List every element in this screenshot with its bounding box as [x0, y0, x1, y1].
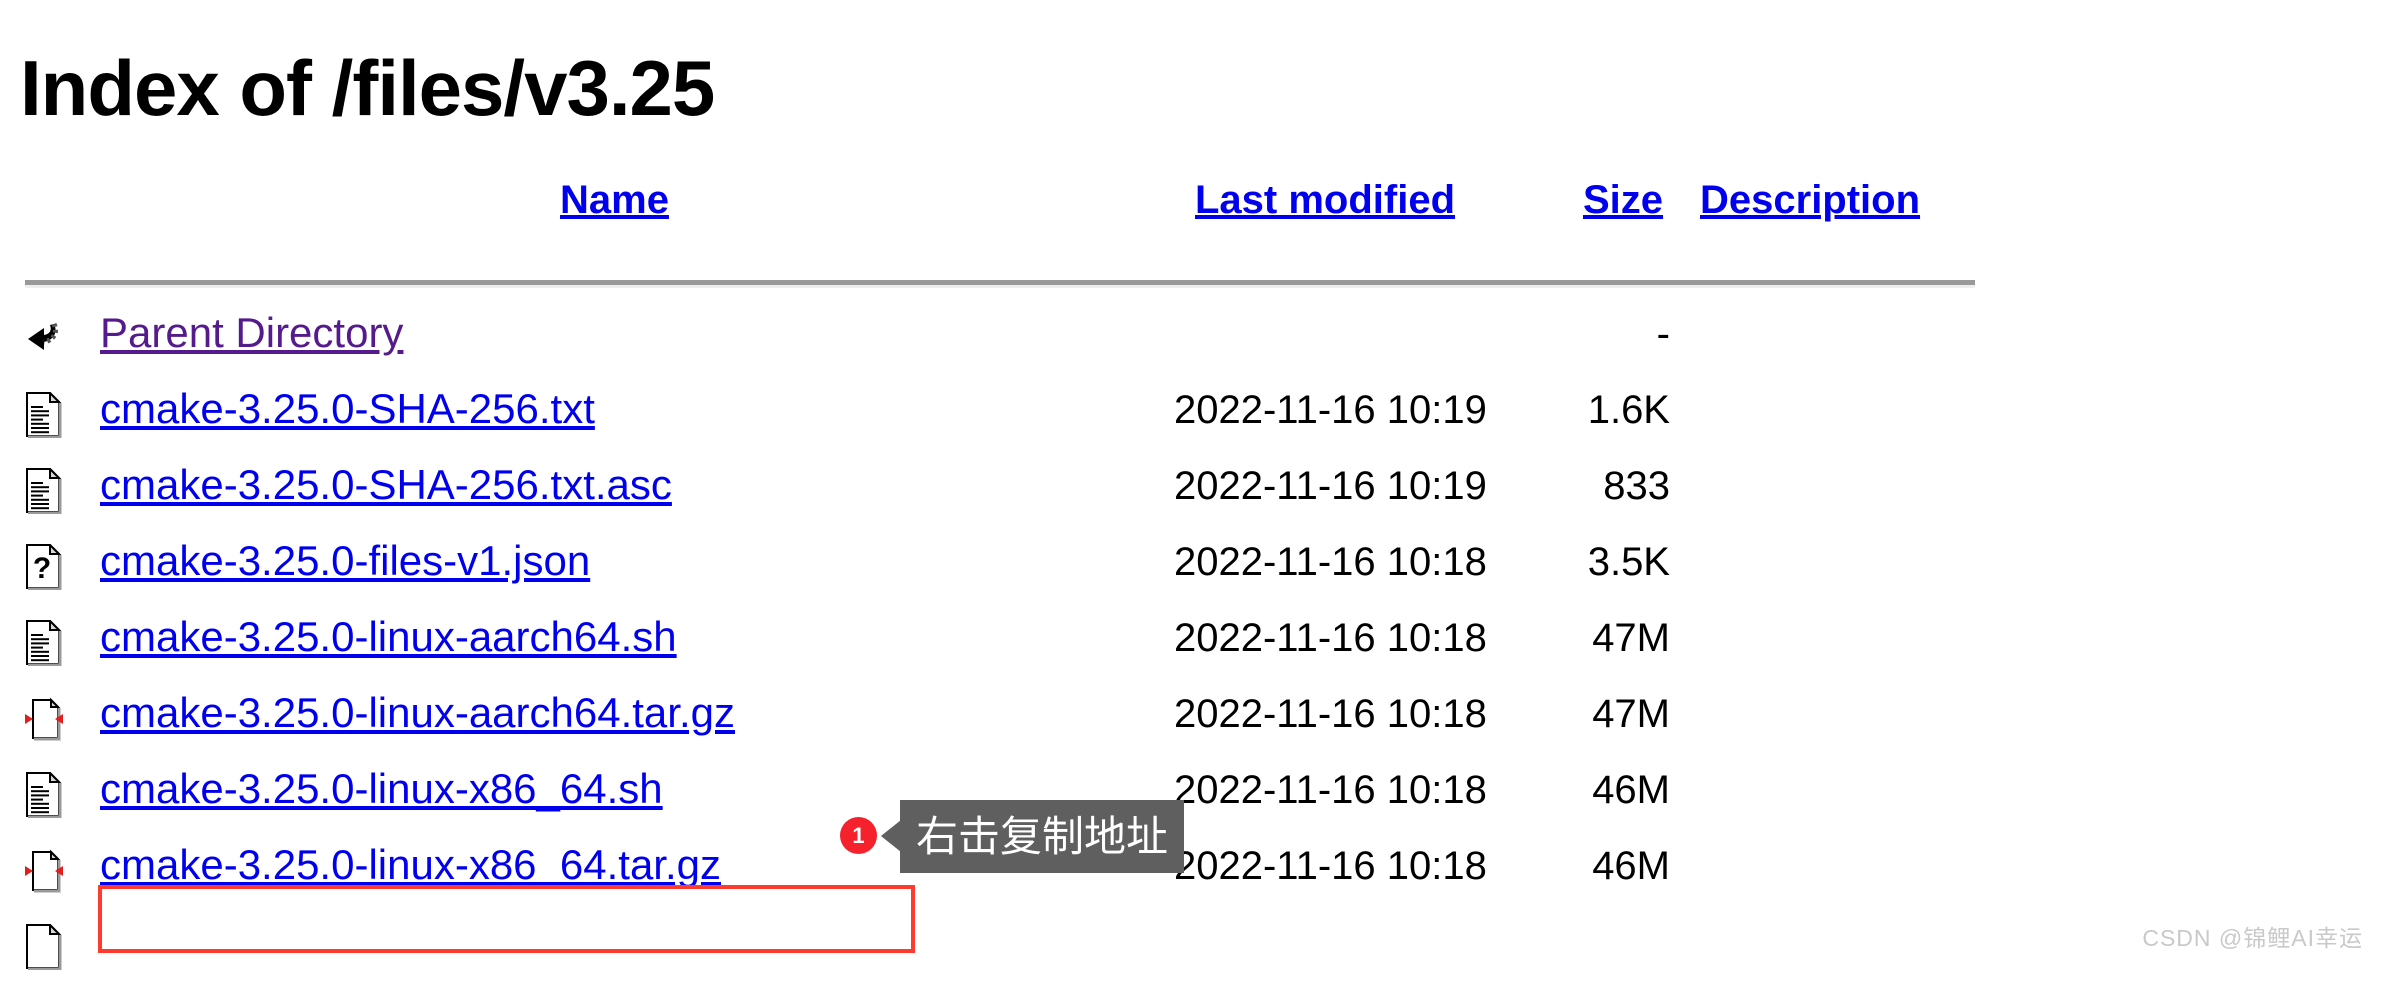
- file-size: 47M: [1592, 616, 1670, 660]
- back-arrow-icon: [24, 316, 64, 362]
- column-header-size[interactable]: Size: [1583, 180, 1663, 220]
- file-size: 833: [1603, 464, 1670, 508]
- file-row: cmake-3.25.0-linux-aarch64.sh 2022-11-16 …: [0, 612, 2381, 690]
- directory-listing: Name Last modified Size Description Pare…: [0, 180, 2381, 970]
- file-row: cmake-3.25.0-linux-aarch64.tar.gz 2022-11…: [0, 688, 2381, 766]
- file-last-modified: 2022-11-16 10:18: [1174, 616, 1487, 660]
- unknown-document-icon: ?: [24, 544, 64, 590]
- text-document-icon: [24, 772, 64, 818]
- step-badge: 1: [840, 817, 877, 854]
- file-row: ? cmake-3.25.0-files-v1.json 2022-11-16 10…: [0, 536, 2381, 614]
- tooltip-callout: 右击复制地址: [900, 800, 1185, 873]
- column-header-description[interactable]: Description: [1700, 180, 1920, 220]
- text-document-icon: [24, 620, 64, 666]
- file-link[interactable]: cmake-3.25.0-linux-x86_64.sh: [100, 764, 663, 814]
- page-title: Index of /files/v3.25: [20, 44, 715, 133]
- column-header-name[interactable]: Name: [560, 180, 669, 220]
- file-last-modified: 2022-11-16 10:19: [1174, 388, 1487, 432]
- header-divider: [25, 280, 1975, 288]
- file-link[interactable]: cmake-3.25.0-SHA-256.txt.asc: [100, 460, 672, 510]
- file-row: cmake-3.25.0-linux-x86_64.sh 2022-11-16 1…: [0, 764, 2381, 842]
- column-header-row: Name Last modified Size Description: [0, 180, 2381, 242]
- file-last-modified: 2022-11-16 10:18: [1174, 540, 1487, 584]
- compressed-archive-icon: [24, 696, 64, 742]
- column-header-last-modified[interactable]: Last modified: [1195, 180, 1455, 220]
- watermark: CSDN @锦鲤AI幸运: [2142, 925, 2363, 951]
- file-link[interactable]: Parent Directory: [100, 308, 403, 358]
- file-row: Parent Directory -: [0, 308, 2381, 386]
- file-link[interactable]: cmake-3.25.0-linux-aarch64.sh: [100, 612, 677, 662]
- file-link[interactable]: cmake-3.25.0-SHA-256.txt: [100, 384, 595, 434]
- file-size: 46M: [1592, 844, 1670, 888]
- file-size: 47M: [1592, 692, 1670, 736]
- file-rows: Parent Directory - cmake-3.25.0-SHA-256.tx…: [0, 308, 2381, 994]
- file-size: 1.6K: [1587, 388, 1670, 432]
- compressed-archive-icon: [24, 848, 64, 894]
- file-row: cmake-3.25.0-SHA-256.txt 2022-11-16 10:19…: [0, 384, 2381, 462]
- file-size: 3.5K: [1587, 540, 1670, 584]
- file-size: 46M: [1592, 768, 1670, 812]
- svg-text:?: ?: [33, 552, 51, 585]
- tooltip-arrow-icon: [881, 820, 901, 852]
- file-link[interactable]: cmake-3.25.0-files-v1.json: [100, 536, 590, 586]
- file-row: cmake-3.25.0-linux-x86_64.tar.gz 2022-11-…: [0, 840, 2381, 918]
- file-row: [0, 918, 2381, 994]
- text-document-icon: [24, 468, 64, 514]
- file-row: cmake-3.25.0-SHA-256.txt.asc 2022-11-16 1…: [0, 460, 2381, 538]
- file-last-modified: 2022-11-16 10:18: [1174, 692, 1487, 736]
- file-link[interactable]: cmake-3.25.0-linux-x86_64.tar.gz: [100, 840, 721, 890]
- file-size: -: [1656, 312, 1670, 356]
- text-document-icon: [24, 392, 64, 438]
- file-last-modified: 2022-11-16 10:19: [1174, 464, 1487, 508]
- file-link[interactable]: cmake-3.25.0-linux-aarch64.tar.gz: [100, 688, 735, 738]
- file-last-modified: 2022-11-16 10:18: [1174, 844, 1487, 888]
- blank-document-icon: [24, 924, 64, 970]
- file-last-modified: 2022-11-16 10:18: [1174, 768, 1487, 812]
